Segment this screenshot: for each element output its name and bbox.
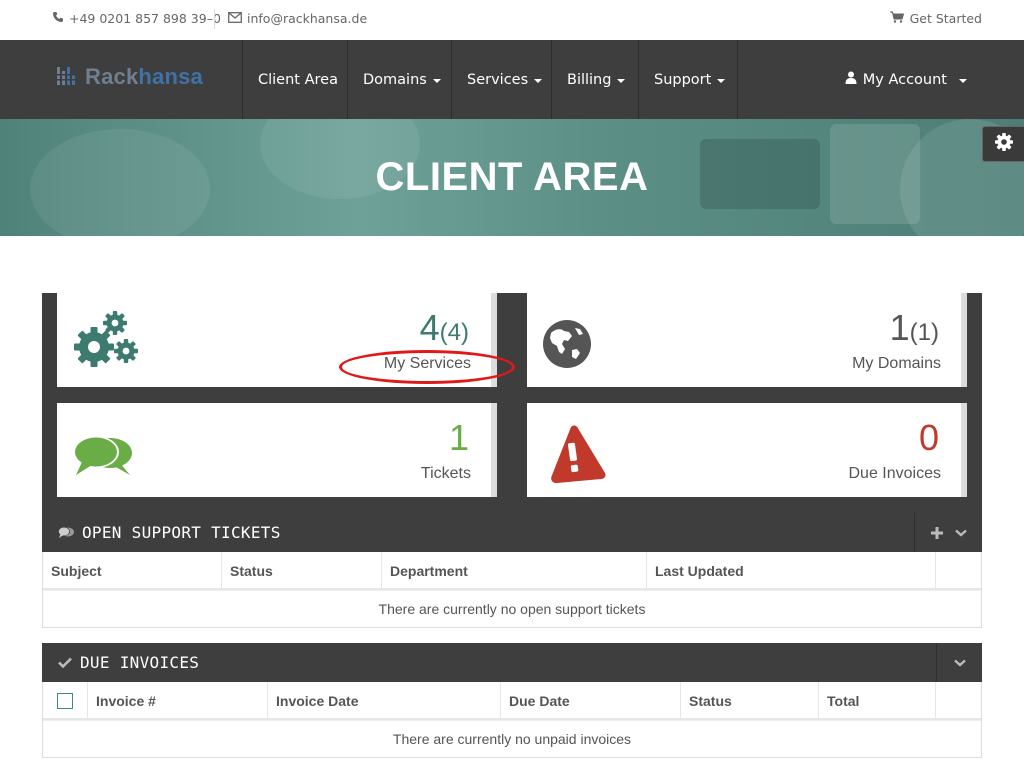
support-tickets-title: OPEN SUPPORT TICKETS — [82, 523, 281, 542]
gears-icon — [72, 309, 140, 373]
nav-support-label: Support — [654, 71, 712, 88]
column-select — [43, 682, 88, 720]
collapse-tickets-button[interactable] — [950, 513, 972, 552]
get-started-link[interactable]: Get Started — [889, 11, 982, 26]
services-count: 4(4) — [420, 307, 469, 349]
due-invoices-tools — [936, 643, 982, 682]
email-contact[interactable]: info@rackhansa.de — [228, 11, 367, 26]
nav-services[interactable]: Services — [452, 40, 552, 119]
caret-down-icon — [432, 78, 441, 83]
globe-icon — [542, 319, 592, 373]
invoices-label: Due Invoices — [848, 465, 942, 482]
caret-down-icon — [534, 78, 543, 83]
logo-bars-icon — [57, 65, 79, 89]
cart-icon — [889, 11, 904, 26]
checkmark-icon — [58, 657, 72, 668]
user-icon — [845, 71, 857, 88]
get-started-label: Get Started — [909, 11, 982, 26]
logo-text-rack: Rack — [85, 64, 139, 89]
support-tickets-tools — [914, 513, 982, 552]
brand-logo[interactable]: Rackhansa — [57, 64, 203, 90]
nav-client-area[interactable]: Client Area — [243, 40, 348, 119]
comments-icon — [72, 433, 134, 483]
logo-text: Rackhansa — [85, 64, 203, 90]
nav-billing[interactable]: Billing — [552, 40, 639, 119]
column-department[interactable]: Department — [382, 552, 647, 590]
nav-domains[interactable]: Domains — [348, 40, 452, 119]
nav-services-label: Services — [467, 71, 529, 88]
domains-total-value: (1) — [909, 319, 939, 346]
tickets-label: Tickets — [420, 465, 471, 482]
select-all-checkbox[interactable] — [57, 693, 73, 709]
column-actions — [936, 552, 981, 590]
column-status[interactable]: Status — [681, 682, 819, 720]
divider — [214, 9, 215, 29]
page-title: CLIENT AREA — [375, 155, 649, 199]
chevron-down-icon — [954, 529, 967, 537]
nav-my-account-label: My Account — [862, 71, 947, 88]
nav-billing-label: Billing — [567, 71, 612, 88]
comments-icon — [58, 526, 74, 539]
envelope-icon — [228, 11, 242, 26]
services-label: My Services — [383, 355, 471, 372]
gear-icon — [994, 132, 1014, 156]
services-count-value: 4 — [419, 307, 440, 348]
logo-text-hansa: hansa — [138, 64, 203, 89]
column-invoice-number[interactable]: Invoice # — [88, 682, 268, 720]
column-status[interactable]: Status — [222, 552, 382, 590]
empty-invoices-message: There are currently no unpaid invoices — [43, 720, 981, 757]
phone-icon — [52, 11, 64, 26]
due-invoices-title: DUE INVOICES — [80, 653, 200, 672]
add-ticket-button[interactable] — [926, 513, 948, 552]
nav-domains-label: Domains — [363, 71, 427, 88]
nav-client-area-label: Client Area — [258, 71, 338, 88]
column-last-updated[interactable]: Last Updated — [647, 552, 936, 590]
support-tickets-table: Subject Status Department Last Updated T… — [42, 552, 982, 628]
caret-down-icon — [717, 78, 726, 83]
tickets-count: 1 — [448, 417, 469, 458]
services-total-value: (4) — [439, 319, 469, 346]
tile-my-domains[interactable]: 1(1) My Domains — [527, 293, 967, 387]
column-due-date[interactable]: Due Date — [501, 682, 681, 720]
main-navbar: Rackhansa Client Area Domains Services B… — [0, 40, 1024, 119]
invoices-count: 0 — [918, 417, 939, 458]
table-header-row: Invoice # Invoice Date Due Date Status T… — [43, 682, 981, 720]
caret-down-icon — [959, 78, 967, 83]
column-subject[interactable]: Subject — [43, 552, 222, 590]
collapse-invoices-button[interactable] — [949, 643, 971, 682]
chevron-down-icon — [953, 659, 966, 667]
column-total[interactable]: Total — [819, 682, 936, 720]
domains-count-value: 1 — [889, 307, 910, 348]
support-tickets-header: OPEN SUPPORT TICKETS — [42, 513, 982, 552]
caret-down-icon — [617, 78, 626, 83]
column-actions — [936, 682, 981, 720]
phone-number: +49 0201 857 898 39–0 — [69, 11, 221, 26]
warning-icon — [549, 425, 607, 489]
domains-label: My Domains — [852, 355, 941, 372]
page-header-banner: CLIENT AREA — [0, 119, 1024, 236]
top-contact-bar: +49 0201 857 898 39–0 info@rackhansa.de … — [0, 0, 1024, 40]
table-header-row: Subject Status Department Last Updated — [43, 552, 981, 590]
due-invoices-header: DUE INVOICES — [42, 643, 982, 682]
nav-my-account[interactable]: My Account — [845, 40, 967, 119]
plus-icon — [930, 526, 943, 539]
phone-contact[interactable]: +49 0201 857 898 39–0 — [52, 11, 221, 26]
tile-due-invoices[interactable]: 0 Due Invoices — [527, 403, 967, 497]
due-invoices-table: Invoice # Invoice Date Due Date Status T… — [42, 682, 982, 758]
settings-toggle[interactable] — [982, 126, 1024, 162]
tile-tickets[interactable]: 1 Tickets — [57, 403, 497, 497]
column-invoice-date[interactable]: Invoice Date — [268, 682, 501, 720]
email-address: info@rackhansa.de — [247, 11, 368, 26]
stats-panel: 4(4) My Services 1(1) My Domains 1 Ticke… — [42, 293, 982, 513]
empty-tickets-message: There are currently no open support tick… — [43, 590, 981, 627]
nav-support[interactable]: Support — [639, 40, 738, 119]
domains-count: 1(1) — [890, 307, 939, 349]
tile-my-services[interactable]: 4(4) My Services — [57, 293, 497, 387]
